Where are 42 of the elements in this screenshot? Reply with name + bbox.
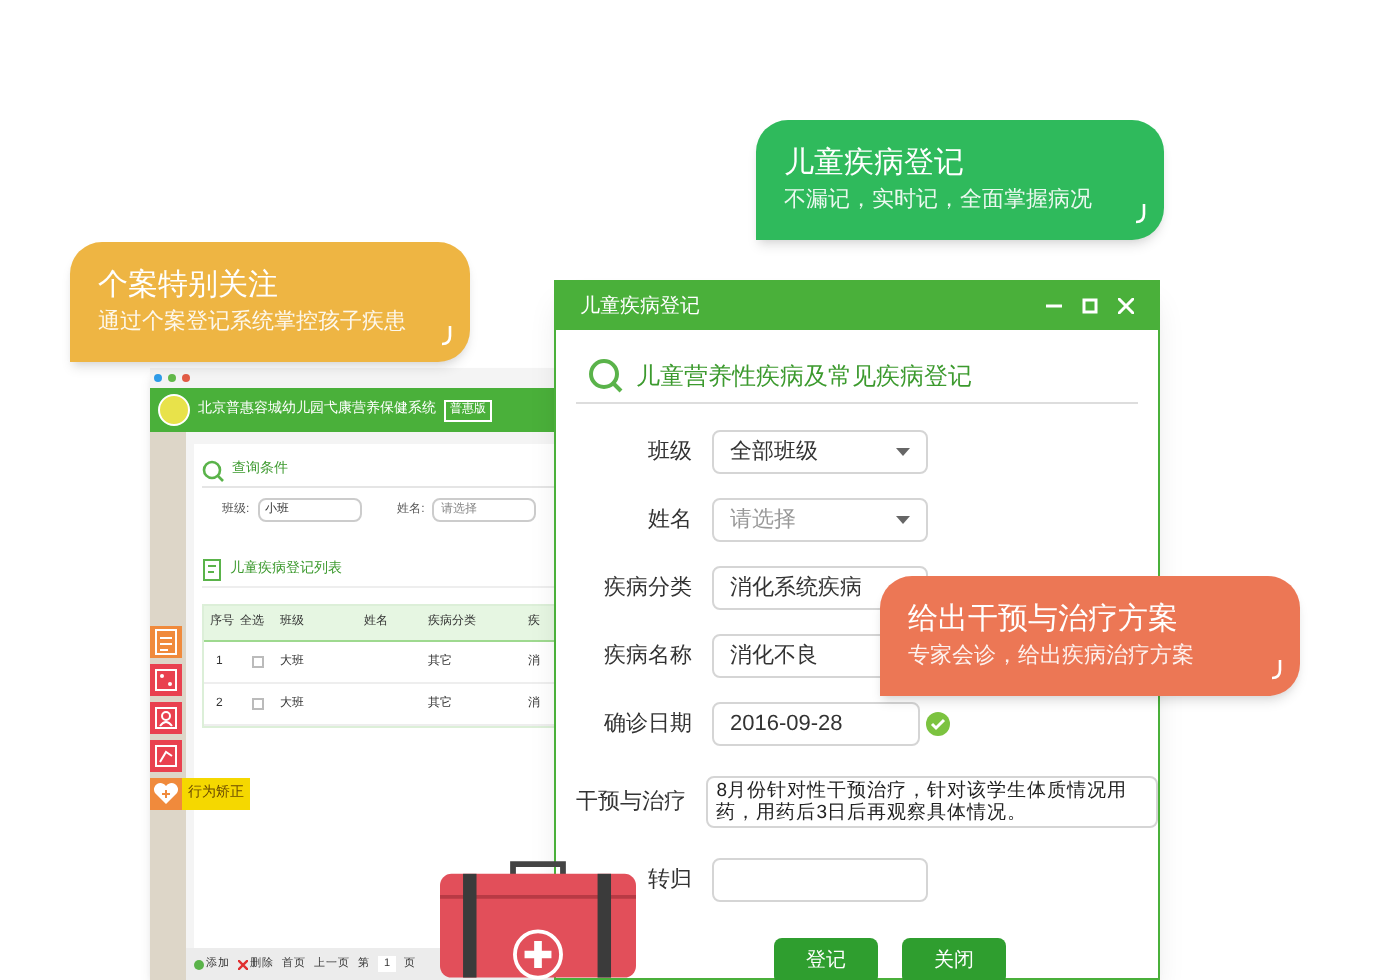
callout-subtitle: 不漏记，实时记，全面掌握病况 [784,185,1094,216]
list-icon [202,558,222,582]
search-icon [202,460,224,482]
row-checkbox[interactable] [252,656,264,668]
curl-mark-icon [1272,660,1284,680]
dropdown-caret-icon [896,516,910,524]
gauge-icon [154,744,178,768]
side-menu-button[interactable] [150,778,182,810]
field-label: 干预与治疗 [574,787,687,818]
field-label: 疾病分类 [602,573,692,604]
side-menu-button[interactable] [150,702,182,734]
field-label: 疾病名称 [602,641,692,672]
maximize-icon[interactable] [1082,298,1098,314]
document-icon [154,628,178,656]
side-menu-button[interactable] [150,626,182,658]
close-icon [238,959,248,969]
input-field[interactable] [712,858,928,902]
heart-icon [152,782,180,806]
logo-icon [158,394,190,426]
close-icon[interactable] [1118,298,1134,314]
curl-mark-icon [1136,204,1148,224]
callout-subtitle: 通过个案登记系统掌控孩子疾患 [98,307,408,338]
callout-title: 个案特别关注 [98,266,280,306]
field-label: 班级 [646,437,692,468]
dice-icon [154,668,178,692]
curl-mark-icon [442,326,454,346]
row-checkbox[interactable] [252,698,264,710]
side-menu-button[interactable] [150,740,182,772]
person-icon [154,706,178,730]
field-label: 姓名 [646,505,692,536]
select-field[interactable]: 全部班级 [712,430,928,474]
field-label: 确诊日期 [602,709,692,740]
dropdown-caret-icon [896,448,910,456]
side-menu-button[interactable] [150,664,182,696]
search-icon [588,358,624,394]
field-label: 转归 [646,865,692,896]
callout-title: 儿童疾病登记 [784,144,966,184]
textarea-field[interactable]: 8月份针对性干预治疗，针对该学生体质情况用药，用药后3日后再观察具体情况。 [706,776,1158,828]
dialog-title: 儿童疾病登记 [580,293,700,321]
form-heading: 儿童营养性疾病及常见疾病登记 [636,360,972,394]
check-icon [926,712,950,736]
date-field[interactable]: 2016-09-28 [712,702,920,746]
